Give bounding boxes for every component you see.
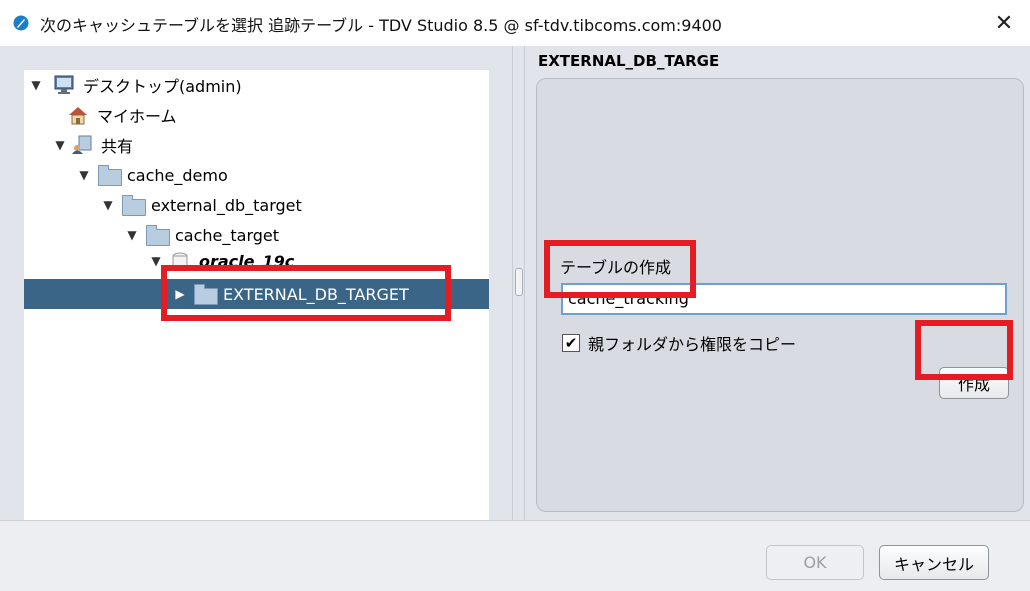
expand-arrow-icon[interactable]: ▼ [29,78,43,92]
expand-arrow-icon[interactable]: ▼ [125,228,139,242]
expand-arrow-icon[interactable]: ▼ [77,168,91,182]
details-box: テーブルの作成 cache_tracking ✔ 親フォルダから権限をコピー 作… [536,78,1024,512]
expand-arrow-icon[interactable]: ▶ [173,287,187,301]
selected-resource-title: EXTERNAL_DB_TARGE [538,52,720,70]
folder-icon [193,284,218,305]
tree-item-my-home[interactable]: マイホーム [24,100,489,130]
splitter-grip-icon[interactable] [515,268,523,296]
desktop-icon [53,75,77,95]
close-button[interactable]: ✕ [988,8,1020,38]
app-icon [13,15,29,31]
copy-permissions-label: 親フォルダから権限をコピー [588,335,797,354]
tree-item-label: マイホーム [97,107,177,126]
tree-item-desktop[interactable]: ▼ デスクトップ(admin) [24,70,489,100]
window-title: 次のキャッシュテーブルを選択 追跡テーブル - TDV Studio 8.5 @… [40,16,722,35]
right-panel: EXTERNAL_DB_TARGE テーブルの作成 cache_tracking… [528,46,1030,520]
title-bar: 次のキャッシュテーブルを選択 追跡テーブル - TDV Studio 8.5 @… [0,0,1030,47]
shared-icon [71,135,95,155]
tree-item-oracle[interactable]: ▼ oracle_19c [24,250,489,272]
tree-item-cache-demo[interactable]: ▼ cache_demo [24,160,489,190]
ok-button[interactable]: OK [766,545,864,580]
left-panel: ▼ デスクトップ(admin) マイホーム ▼ 共有 ▼ cache_demo [0,46,510,544]
home-icon [67,105,91,125]
folder-icon [97,165,122,186]
dialog-footer: OK キャンセル [0,520,1030,591]
resource-tree: ▼ デスクトップ(admin) マイホーム ▼ 共有 ▼ cache_demo [24,70,489,544]
table-name-input[interactable]: cache_tracking [561,283,1007,315]
tree-item-cache-target[interactable]: ▼ cache_target [24,220,489,250]
folder-icon [121,195,146,216]
tree-item-label: デスクトップ(admin) [83,77,242,96]
folder-icon [145,225,170,246]
cancel-button[interactable]: キャンセル [879,545,989,580]
tree-item-label: 共有 [101,137,134,156]
tree-item-label: oracle_19c [199,251,295,271]
expand-arrow-icon[interactable]: ▼ [149,254,163,268]
tree-item-external-db-target-selected[interactable]: ▶ EXTERNAL_DB_TARGET [24,279,489,309]
create-table-label: テーブルの作成 [560,258,672,277]
panel-splitter[interactable] [510,46,528,520]
database-icon [169,251,193,271]
tree-item-label: cache_demo [127,165,228,185]
create-button[interactable]: 作成 [939,367,1009,399]
tree-item-shared[interactable]: ▼ 共有 [24,130,489,160]
expand-arrow-icon[interactable]: ▼ [53,138,67,152]
tree-item-label: external_db_target [151,195,302,215]
tree-item-external-db-target[interactable]: ▼ external_db_target [24,190,489,220]
tree-item-label: EXTERNAL_DB_TARGET [223,284,409,304]
copy-permissions-checkbox[interactable]: ✔ [562,334,580,352]
tree-item-label: cache_target [175,225,280,245]
expand-arrow-icon[interactable]: ▼ [101,198,115,212]
copy-permissions-row[interactable]: ✔ 親フォルダから権限をコピー [562,331,796,355]
